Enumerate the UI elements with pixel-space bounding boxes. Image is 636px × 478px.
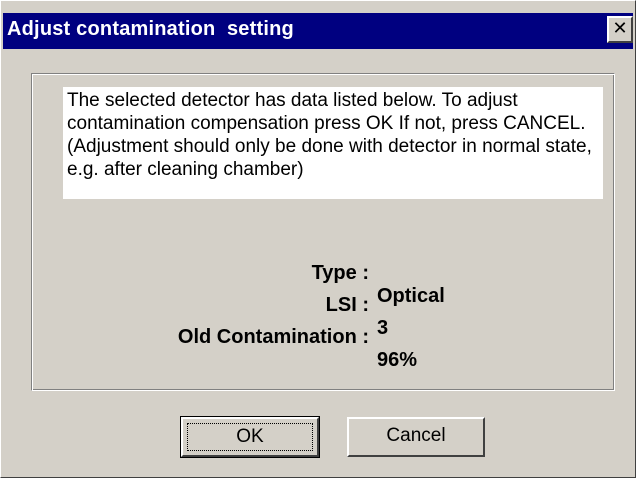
title-bar[interactable]: Adjust contamination setting ✕ — [3, 13, 633, 49]
contamination-label: Old Contamination : — [177, 326, 369, 348]
cancel-button-label: Cancel — [386, 425, 446, 446]
cancel-button[interactable]: Cancel — [347, 417, 485, 457]
ok-button[interactable]: OK — [180, 416, 320, 458]
dialog-window: Adjust contamination setting ✕ The selec… — [0, 0, 636, 478]
ok-button-label: OK — [187, 423, 313, 451]
window-title: Adjust contamination setting — [7, 18, 294, 40]
close-button[interactable]: ✕ — [607, 16, 633, 43]
close-icon: ✕ — [612, 18, 628, 39]
info-message: The selected detector has data listed be… — [63, 87, 603, 199]
contamination-row: Old Contamination : 96% — [1, 303, 636, 395]
contamination-value: 96% — [377, 349, 418, 371]
